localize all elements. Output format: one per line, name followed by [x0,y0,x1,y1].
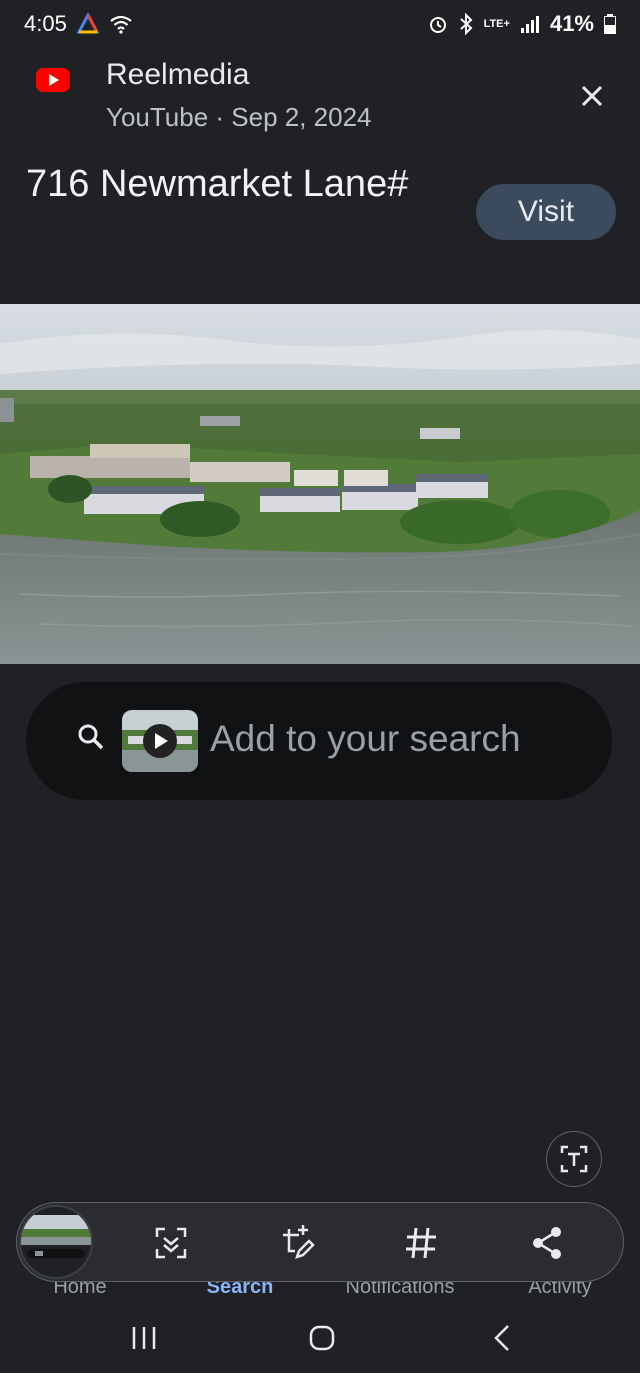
select-text-button[interactable] [546,1131,602,1187]
hashtag-button[interactable] [397,1219,445,1267]
result-title[interactable]: 716 Newmarket Lane# [26,156,426,212]
battery-percent: 41% [549,11,594,36]
hashtag-icon [406,1227,436,1259]
draw-crop-button[interactable] [273,1219,321,1267]
add-to-search-bar[interactable]: Add to your search [26,682,612,800]
query-image-thumbnail [122,710,198,772]
share-button[interactable] [523,1219,571,1267]
back-button[interactable] [472,1318,532,1358]
home-nav-icon [309,1325,335,1351]
share-icon [533,1227,561,1259]
back-icon [494,1325,509,1351]
alarm-icon [428,14,448,34]
source-header: Reelmedia YouTube · Sep 2, 2024 [0,52,640,142]
system-nav-bar [0,1300,640,1373]
network-type: LTE+ [483,17,510,30]
lens-scan-button[interactable] [147,1219,195,1267]
youtube-logo-icon [36,68,70,92]
close-button[interactable] [572,76,612,116]
status-time: 4:05 [24,11,67,36]
status-bar: 4:05 LTE+ 41% [0,0,640,48]
bluetooth-icon [458,13,474,35]
source-meta: YouTube · Sep 2, 2024 [106,102,372,132]
visit-button[interactable]: Visit [476,184,616,240]
signal-icon [520,15,540,33]
add-to-search-placeholder: Add to your search [210,718,521,759]
search-icon [76,722,106,757]
result-image[interactable] [0,304,640,664]
home-button[interactable] [292,1318,352,1358]
source-name: Reelmedia [106,58,250,91]
close-icon [581,85,603,107]
text-select-icon [560,1145,588,1173]
recents-button[interactable] [114,1318,174,1358]
recents-icon [132,1327,156,1349]
battery-icon [604,14,616,34]
screenshot-thumbnail[interactable] [19,1205,93,1279]
lens-scan-icon [155,1227,187,1259]
home-app-icon [76,13,99,35]
wifi-icon [109,14,133,34]
edit-crop-icon [283,1225,315,1259]
lens-toolbar [16,1202,624,1282]
